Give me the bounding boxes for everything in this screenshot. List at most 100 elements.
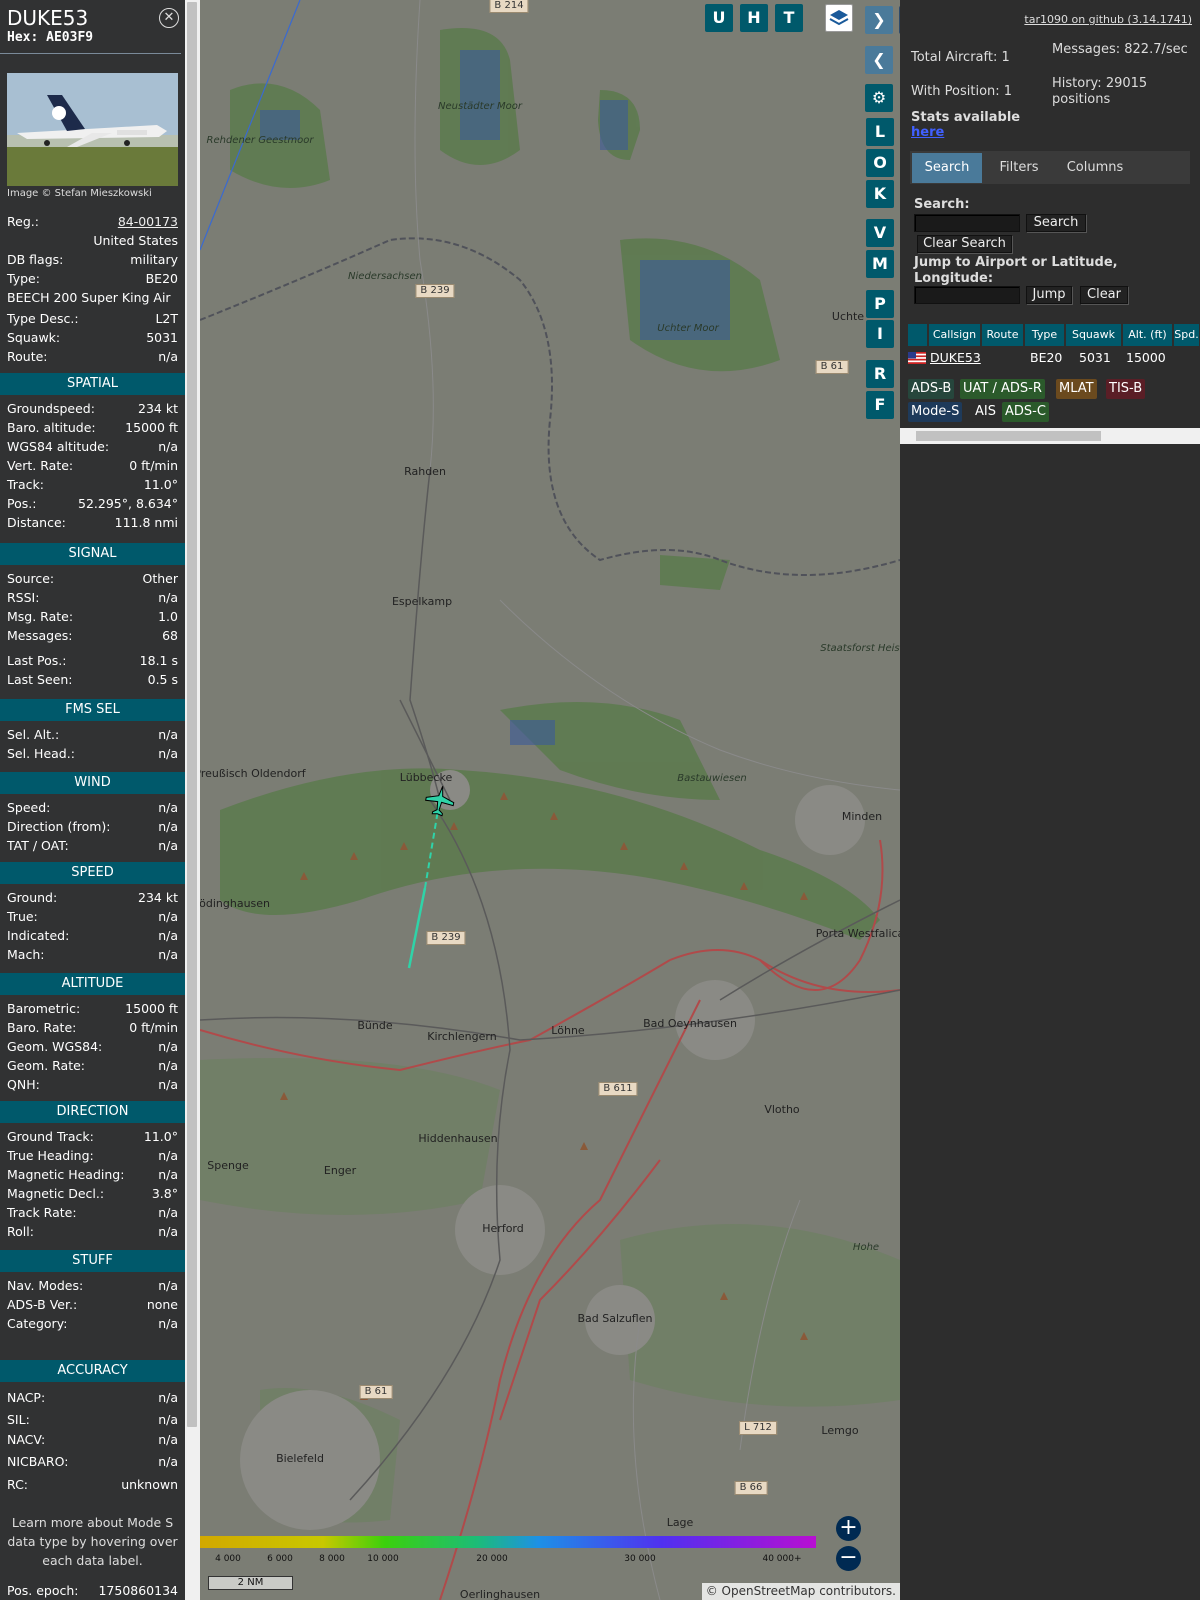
map-place-label: Lage: [666, 1516, 694, 1529]
column-header[interactable]: Type: [1025, 324, 1065, 346]
info-row: Geom. WGS84: n/a: [7, 1037, 178, 1056]
stats-link[interactable]: here: [911, 125, 944, 141]
info-row: Ground: 234 kt: [7, 888, 178, 907]
detail-row-value: United States: [93, 233, 178, 248]
map-button-u[interactable]: U: [705, 4, 733, 32]
road-number-label: B 214: [489, 0, 529, 13]
detail-row-value: 5031: [146, 330, 178, 345]
map-button-o[interactable]: O: [866, 149, 894, 177]
detail-row: BEECH 200 Super King Air: [7, 288, 178, 307]
zoom-in-icon[interactable]: +: [836, 1516, 861, 1541]
info-row: Source: Other: [7, 569, 178, 588]
info-row-value: n/a: [158, 800, 178, 815]
info-row-label: Sel. Head.:: [7, 746, 75, 761]
aircraft-photo[interactable]: [7, 73, 178, 186]
detail-row: Reg.: 84-00173: [7, 212, 178, 231]
color-bar-tick: 8 000: [319, 1554, 345, 1564]
map-button-v[interactable]: V: [866, 219, 894, 247]
info-row: Magnetic Heading: n/a: [7, 1165, 178, 1184]
search-label: Search:: [914, 197, 970, 212]
map-button-h[interactable]: H: [740, 4, 768, 32]
map-place-label: Uchter Moor: [657, 323, 719, 334]
detail-row-value: 84-00173: [117, 214, 178, 229]
map-button-t[interactable]: T: [775, 4, 803, 32]
github-link[interactable]: tar1090 on github (3.14.1741): [1024, 13, 1192, 26]
map-view[interactable]: Rahden Espelkamp Lübbecke Preußisch Oldendo…: [200, 0, 900, 1600]
map-place-label: Hiddenhausen: [418, 1132, 498, 1145]
info-row-label: NACV:: [7, 1432, 46, 1447]
settings-gear-icon[interactable]: ⚙: [865, 84, 893, 112]
map-button-l[interactable]: L: [866, 118, 894, 146]
detail-row: Squawk: 5031: [7, 328, 178, 347]
jump-input[interactable]: [914, 286, 1020, 304]
tab-filters[interactable]: Filters: [985, 153, 1053, 183]
map-button-p[interactable]: P: [866, 290, 894, 318]
column-header[interactable]: Alt. (ft): [1123, 324, 1173, 346]
info-row: Distance: 111.8 nmi: [7, 513, 178, 532]
close-icon[interactable]: ✕: [159, 8, 179, 28]
column-header[interactable]: Route: [982, 324, 1024, 346]
map-button-k[interactable]: K: [866, 180, 894, 208]
info-row: Msg. Rate: 1.0: [7, 607, 178, 626]
expand-right-icon[interactable]: ❯: [865, 6, 893, 34]
color-bar-tick: 6 000: [267, 1554, 293, 1564]
map-place-label: Bünde: [357, 1019, 393, 1032]
clear-button[interactable]: Clear: [1080, 286, 1128, 304]
source-tag: TIS-B: [1106, 379, 1146, 399]
table-horizontal-scrollbar[interactable]: [900, 428, 1200, 444]
map-button-m[interactable]: M: [866, 250, 894, 278]
section-fms-sel: FMS SEL: [0, 699, 185, 721]
tab-columns[interactable]: Columns: [1056, 153, 1134, 183]
info-row-label: Ground:: [7, 890, 58, 905]
info-row-value: n/a: [158, 909, 178, 924]
column-header[interactable]: Callsign: [929, 324, 981, 346]
info-row-label: Sel. Alt.:: [7, 727, 60, 742]
map-attribution[interactable]: © OpenStreetMap contributors.: [701, 1583, 900, 1600]
jump-button[interactable]: Jump: [1026, 286, 1072, 304]
tab-search[interactable]: Search: [912, 153, 982, 183]
map-button-r[interactable]: R: [866, 360, 894, 388]
map-place-label: Hohe: [852, 1242, 880, 1253]
pos-epoch-label: Pos. epoch:: [7, 1583, 79, 1598]
row-callsign[interactable]: DUKE53: [930, 348, 981, 368]
source-tag: MLAT: [1056, 379, 1097, 399]
info-row-label: Track Rate:: [7, 1205, 77, 1220]
color-bar-tick: 40 000+: [762, 1554, 802, 1564]
column-header[interactable]: Squawk: [1066, 324, 1122, 346]
aircraft-info-panel: DUKE53 Hex: AE03F9 ✕ Image © Stefan Mies…: [0, 0, 185, 1600]
map-button-f[interactable]: F: [866, 391, 894, 419]
layers-icon[interactable]: [825, 4, 853, 32]
search-button[interactable]: Search: [1026, 214, 1086, 232]
info-row-value: 0 ft/min: [129, 458, 178, 473]
info-row-label: Indicated:: [7, 928, 70, 943]
messages-rate: Messages: 822.7/sec: [1052, 42, 1188, 57]
color-bar-tick: 30 000: [624, 1554, 656, 1564]
column-header[interactable]: [908, 324, 928, 346]
info-row: Sel. Alt.: n/a: [7, 725, 178, 744]
column-header[interactable]: Spd.: [1174, 324, 1200, 346]
road-number-label: L 712: [739, 1421, 777, 1435]
search-input[interactable]: [914, 214, 1020, 232]
info-row-label: Last Seen:: [7, 672, 73, 687]
collapse-left-icon[interactable]: ❮: [865, 46, 893, 74]
zoom-out-icon[interactable]: −: [836, 1546, 861, 1571]
detail-row-label: Type Desc.:: [7, 311, 79, 326]
road-number-label: B 611: [598, 1082, 638, 1096]
info-row-label: True Heading:: [7, 1148, 94, 1163]
clear-search-button[interactable]: Clear Search: [917, 235, 1012, 253]
info-row-value: n/a: [158, 838, 178, 853]
map-place-label: Preußisch Oldendorf: [200, 767, 306, 780]
info-scrollbar-thumb[interactable]: [187, 2, 197, 1427]
detail-row-value: military: [130, 252, 178, 267]
table-scrollbar-thumb[interactable]: [916, 431, 1101, 441]
road-number-label: B 66: [734, 1481, 768, 1495]
info-row-label: RSSI:: [7, 590, 40, 605]
info-row: Pos.: 52.295°, 8.634°: [7, 494, 178, 513]
map-place-label: Spenge: [207, 1159, 249, 1172]
info-row: Ground Track: 11.0°: [7, 1127, 178, 1146]
row-altitude: 15000: [1126, 350, 1166, 365]
info-row-value: 3.8°: [151, 1186, 178, 1201]
source-tag: UAT / ADS-R: [960, 379, 1045, 399]
info-scrollbar[interactable]: [185, 0, 200, 1600]
map-button-i[interactable]: I: [866, 320, 894, 348]
